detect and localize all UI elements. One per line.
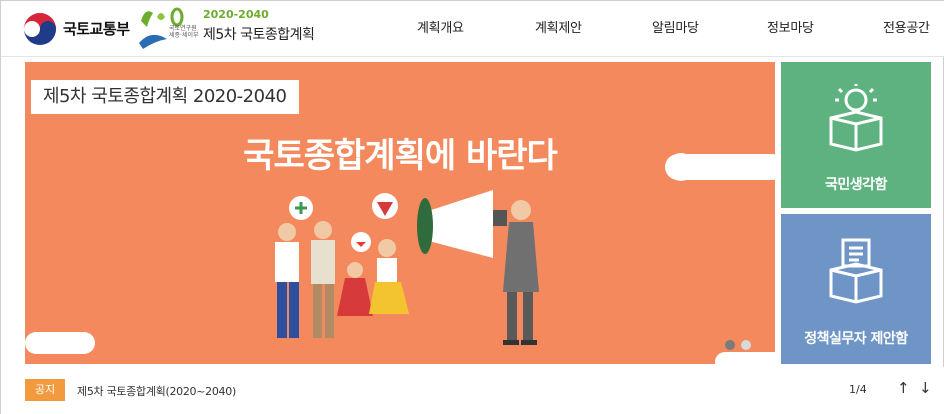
notice-prev-arrow-icon[interactable]: ↑	[897, 379, 910, 397]
nav-private-space[interactable]: 전용공간	[883, 17, 930, 36]
document-box-icon	[829, 238, 883, 304]
notice-pager: 1/4	[849, 383, 867, 396]
official-proposal-box-tile[interactable]: 정책실무자 제안함	[781, 214, 931, 364]
official-proposal-box-label: 정책실무자 제안함	[804, 331, 908, 347]
notice-badge: 공지	[25, 379, 65, 401]
notice-bar: 공지 제5차 국토종합계획(2020~2040) 1/4 ↑ ↓	[1, 367, 944, 414]
nav-plan-overview[interactable]: 계획개요	[417, 17, 464, 36]
banner-headline: 국토종합계획에 바란다	[243, 136, 558, 176]
site-header: 국토교통부 국토연구원 세종·세이부 2020-2040 제5차 국토종합계획 …	[1, 1, 944, 57]
slide-dot-2[interactable]	[741, 340, 751, 350]
megaphone-icon	[417, 190, 507, 258]
taegeuk-logo-icon[interactable]	[23, 12, 57, 46]
ministry-name[interactable]: 국토교통부	[63, 18, 130, 39]
notice-text[interactable]: 제5차 국토종합계획(2020~2040)	[77, 383, 236, 399]
page: 국토교통부 국토연구원 세종·세이부 2020-2040 제5차 국토종합계획 …	[0, 0, 944, 414]
notice-next-arrow-icon[interactable]: ↓	[919, 379, 932, 397]
citizen-idea-box-tile[interactable]: 국민생각함	[781, 62, 931, 208]
citizen-idea-box-label: 국민생각함	[825, 177, 887, 193]
lightbulb-box-icon	[829, 84, 883, 152]
nav-information[interactable]: 정보마당	[767, 17, 814, 36]
family-figures	[275, 221, 409, 338]
plan-small-text: 국토연구원 세종·세이부	[169, 25, 199, 39]
slide-dot-1[interactable]	[725, 340, 735, 350]
plan-title[interactable]: 제5차 국토종합계획	[203, 24, 315, 44]
nav-notices[interactable]: 알림마당	[652, 17, 699, 36]
banner-tag: 제5차 국토종합계획 2020-2040	[31, 80, 299, 114]
plan-years: 2020-2040	[203, 8, 269, 21]
main-banner[interactable]: 제5차 국토종합계획 2020-2040 국토종합계획에 바란다	[25, 62, 775, 364]
speaker-figure	[503, 200, 539, 345]
nav-plan-proposal[interactable]: 계획제안	[535, 17, 582, 36]
